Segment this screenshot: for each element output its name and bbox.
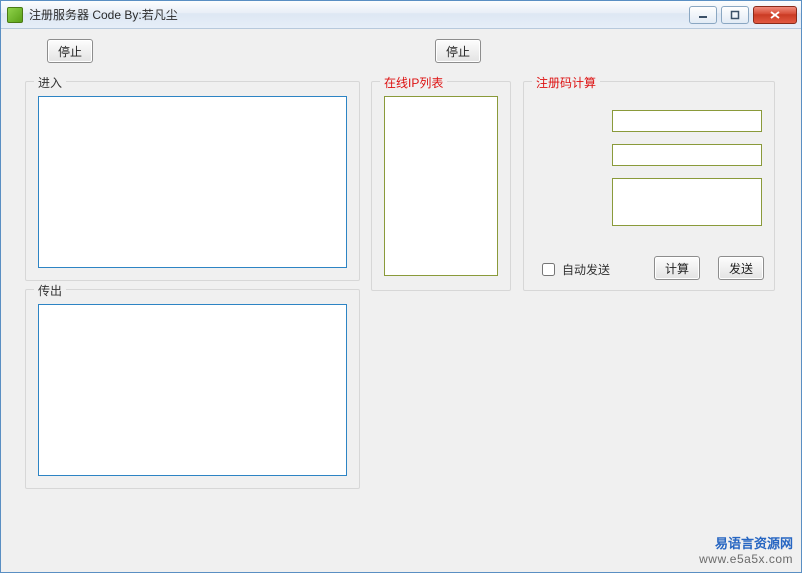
group-exit: 传出 — [25, 289, 360, 489]
close-button[interactable] — [753, 6, 797, 24]
stop-button-left[interactable]: 停止 — [47, 39, 93, 63]
group-enter-label: 进入 — [34, 74, 66, 91]
close-icon — [769, 10, 781, 20]
maximize-icon — [730, 10, 740, 20]
ip-list-panel[interactable] — [384, 96, 498, 276]
title-bar: 注册服务器 Code By:若凡尘 — [1, 1, 801, 29]
watermark-line1: 易语言资源网 — [699, 536, 793, 553]
watermark: 易语言资源网 www.e5a5x.com — [699, 536, 793, 568]
regcode-input-1[interactable] — [612, 110, 762, 132]
group-ip-list: 在线IP列表 — [371, 81, 511, 291]
group-ip-list-label: 在线IP列表 — [380, 74, 447, 91]
minimize-button[interactable] — [689, 6, 717, 24]
watermark-line2: www.e5a5x.com — [699, 552, 793, 568]
client-area: 停止 停止 进入 传出 在线IP列表 注册码计算 自动发送 计 — [1, 29, 801, 572]
group-regcode: 注册码计算 自动发送 计算 发送 — [523, 81, 775, 291]
auto-send-label: 自动发送 — [562, 261, 610, 278]
group-exit-label: 传出 — [34, 282, 66, 299]
stop-button-right[interactable]: 停止 — [435, 39, 481, 63]
window-controls — [689, 6, 797, 24]
minimize-icon — [698, 10, 708, 20]
exit-log-panel[interactable] — [38, 304, 347, 476]
regcode-input-3[interactable] — [612, 178, 762, 226]
group-regcode-label: 注册码计算 — [532, 74, 600, 91]
send-button[interactable]: 发送 — [718, 256, 764, 280]
regcode-input-2[interactable] — [612, 144, 762, 166]
app-window: 注册服务器 Code By:若凡尘 停止 停止 进入 传出 — [0, 0, 802, 573]
window-title: 注册服务器 Code By:若凡尘 — [29, 6, 178, 23]
calc-button[interactable]: 计算 — [654, 256, 700, 280]
maximize-button[interactable] — [721, 6, 749, 24]
app-icon — [7, 7, 23, 23]
enter-log-panel[interactable] — [38, 96, 347, 268]
auto-send-checkbox[interactable] — [542, 263, 555, 276]
group-enter: 进入 — [25, 81, 360, 281]
auto-send-checkbox-row[interactable]: 自动发送 — [538, 260, 610, 279]
